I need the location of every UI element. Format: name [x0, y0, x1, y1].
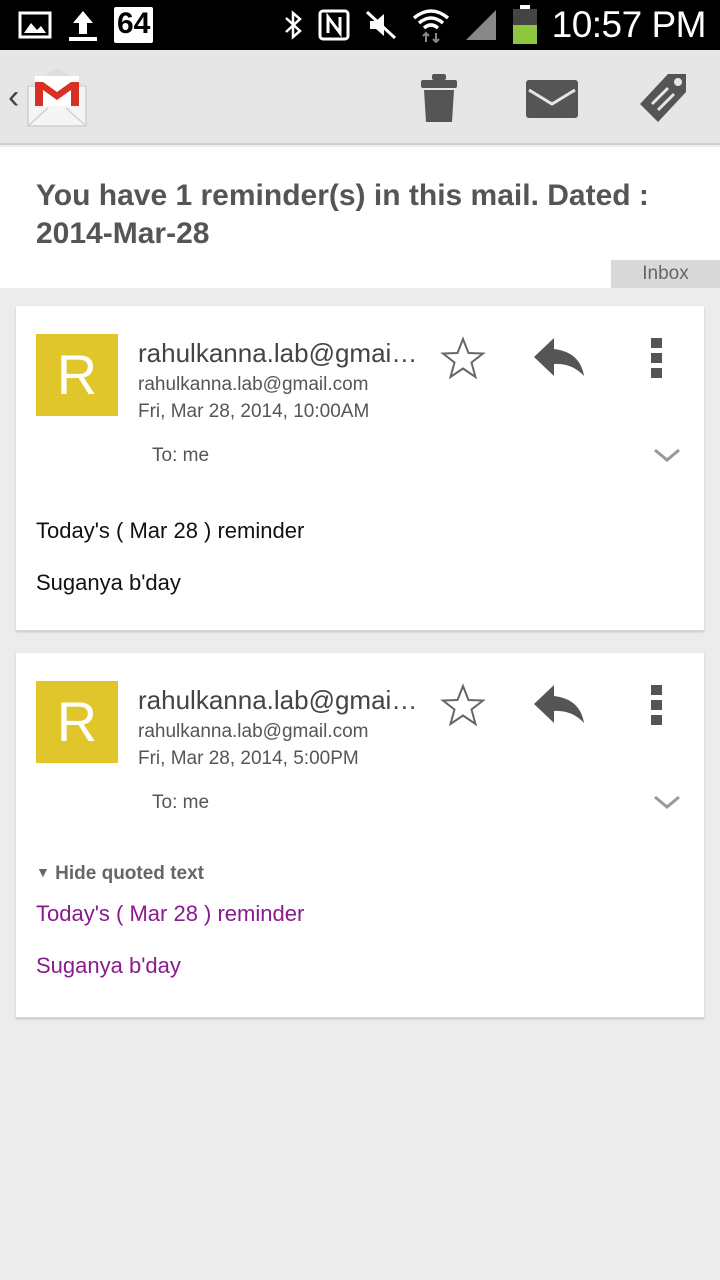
action-bar: ‹ — [0, 50, 720, 145]
label-icon[interactable] — [638, 72, 688, 124]
mute-icon — [365, 10, 396, 40]
status-bar-left: 64 — [18, 6, 154, 44]
signal-icon — [465, 10, 496, 40]
overflow-menu-icon[interactable] — [648, 683, 666, 727]
sender-email: rahulkanna.lab@gmail.com — [138, 374, 369, 395]
message-card: R rahulkanna.lab@gmail.com rahulkanna.la… — [16, 306, 704, 631]
email-subject: You have 1 reminder(s) in this mail. Dat… — [36, 179, 649, 250]
mark-unread-icon[interactable] — [526, 80, 578, 118]
gallery-icon — [18, 11, 52, 39]
sender-name: rahulkanna.lab@gmail.com — [138, 338, 420, 368]
battery-icon — [512, 5, 537, 44]
chevron-down-icon[interactable] — [652, 793, 682, 811]
triangle-down-icon: ▼ — [36, 864, 50, 880]
star-icon[interactable] — [440, 683, 486, 727]
message-date: Fri, Mar 28, 2014, 5:00PM — [138, 748, 359, 769]
hide-quoted-label: Hide quoted text — [55, 863, 204, 884]
avatar[interactable]: R — [36, 334, 118, 416]
wifi-icon — [412, 9, 449, 43]
upload-icon — [69, 11, 97, 41]
gmail-logo[interactable] — [26, 68, 88, 128]
message-card: R rahulkanna.lab@gmail.com rahulkanna.la… — [16, 653, 704, 1018]
hide-quoted-text-toggle[interactable]: ▼ Hide quoted text — [36, 863, 204, 885]
quoted-text-line: Suganya b'day — [36, 953, 181, 978]
label-tag-inbox[interactable]: Inbox — [611, 260, 720, 288]
sender-name: rahulkanna.lab@gmail.com — [138, 685, 420, 715]
reply-icon[interactable] — [532, 336, 586, 380]
avatar[interactable]: R — [36, 681, 118, 763]
clock: 10:57 PM — [551, 4, 707, 45]
recipient-summary[interactable]: To: me — [152, 445, 209, 467]
reply-icon[interactable] — [532, 683, 586, 727]
back-chevron-icon[interactable]: ‹ — [8, 80, 19, 114]
star-icon[interactable] — [440, 336, 486, 380]
message-body-line: Suganya b'day — [36, 570, 181, 595]
overflow-menu-icon[interactable] — [648, 336, 666, 380]
status-bar: 64 10:57 PM — [0, 0, 720, 50]
recipient-summary[interactable]: To: me — [152, 792, 209, 814]
message-body-line: Today's ( Mar 28 ) reminder — [36, 518, 305, 543]
notification-count-badge: 64 — [114, 7, 154, 43]
status-bar-right: 10:57 PM — [282, 4, 707, 46]
quoted-text-line: Today's ( Mar 28 ) reminder — [36, 901, 305, 926]
subject-header: You have 1 reminder(s) in this mail. Dat… — [0, 147, 720, 288]
chevron-down-icon[interactable] — [652, 446, 682, 464]
sender-email: rahulkanna.lab@gmail.com — [138, 721, 369, 742]
message-date: Fri, Mar 28, 2014, 10:00AM — [138, 401, 370, 422]
nfc-icon — [318, 9, 350, 41]
bluetooth-icon — [284, 10, 302, 40]
delete-icon[interactable] — [420, 72, 458, 124]
